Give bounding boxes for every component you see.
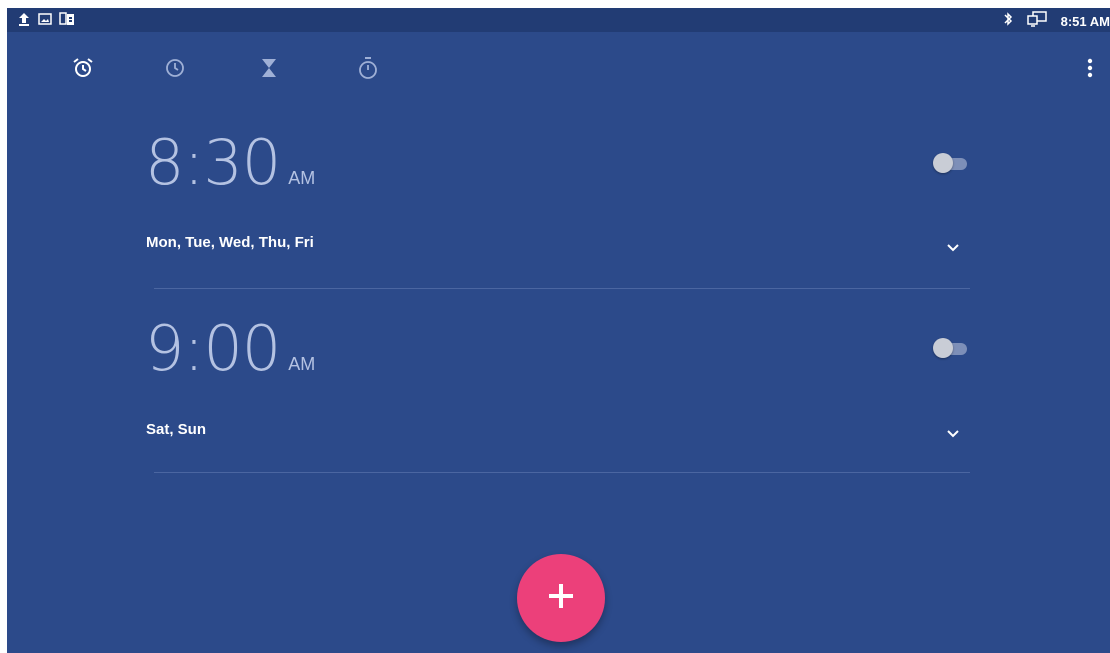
status-bar-right: 8:51 AM [1003,11,1110,32]
tab-alarm[interactable] [67,54,99,86]
clock-app-screen: 8:51 AM 8:30 AM Mon, Tue, Wed, Thu, Fri … [7,8,1110,653]
alarm-ampm: AM [288,168,316,188]
expand-alarm-button[interactable] [943,239,963,259]
stopwatch-icon [357,56,379,85]
plus-icon [544,579,578,618]
alarm-days[interactable]: Mon, Tue, Wed, Thu, Fri [146,234,314,251]
alarm-ampm: AM [288,354,316,374]
screen-cast-icon [1026,11,1047,32]
tab-clock[interactable] [159,54,191,86]
clock-icon [164,57,186,84]
sim-card-icon [59,11,75,32]
alarm-icon [71,56,95,85]
chevron-down-icon [946,240,960,258]
tab-timer[interactable] [253,54,285,86]
alarm-time-value: 8:30 [145,126,281,199]
bluetooth-icon [1003,11,1013,32]
add-alarm-button[interactable] [517,554,605,642]
alarm-divider [154,288,970,289]
overflow-menu-button[interactable] [1078,56,1102,84]
alarm-toggle[interactable] [931,151,971,175]
alarm-time-value: 9:00 [145,312,281,385]
more-vert-icon [1087,58,1093,83]
status-bar-time: 8:51 AM [1060,13,1110,29]
alarm-time[interactable]: 9:00 AM [145,318,315,380]
expand-alarm-button[interactable] [943,425,963,445]
image-icon [38,12,52,31]
status-bar-left-icons [17,11,75,32]
toggle-thumb [933,153,953,173]
alarm-days[interactable]: Sat, Sun [146,421,206,438]
alarm-time[interactable]: 8:30 AM [145,132,315,194]
hourglass-icon [259,57,279,84]
upload-icon [17,11,31,32]
chevron-down-icon [946,426,960,444]
tab-stopwatch[interactable] [352,54,384,86]
toggle-thumb [933,338,953,358]
alarm-divider [154,472,970,473]
status-bar: 8:51 AM [7,8,1110,32]
tab-bar [7,54,1110,86]
alarm-toggle[interactable] [931,336,971,360]
